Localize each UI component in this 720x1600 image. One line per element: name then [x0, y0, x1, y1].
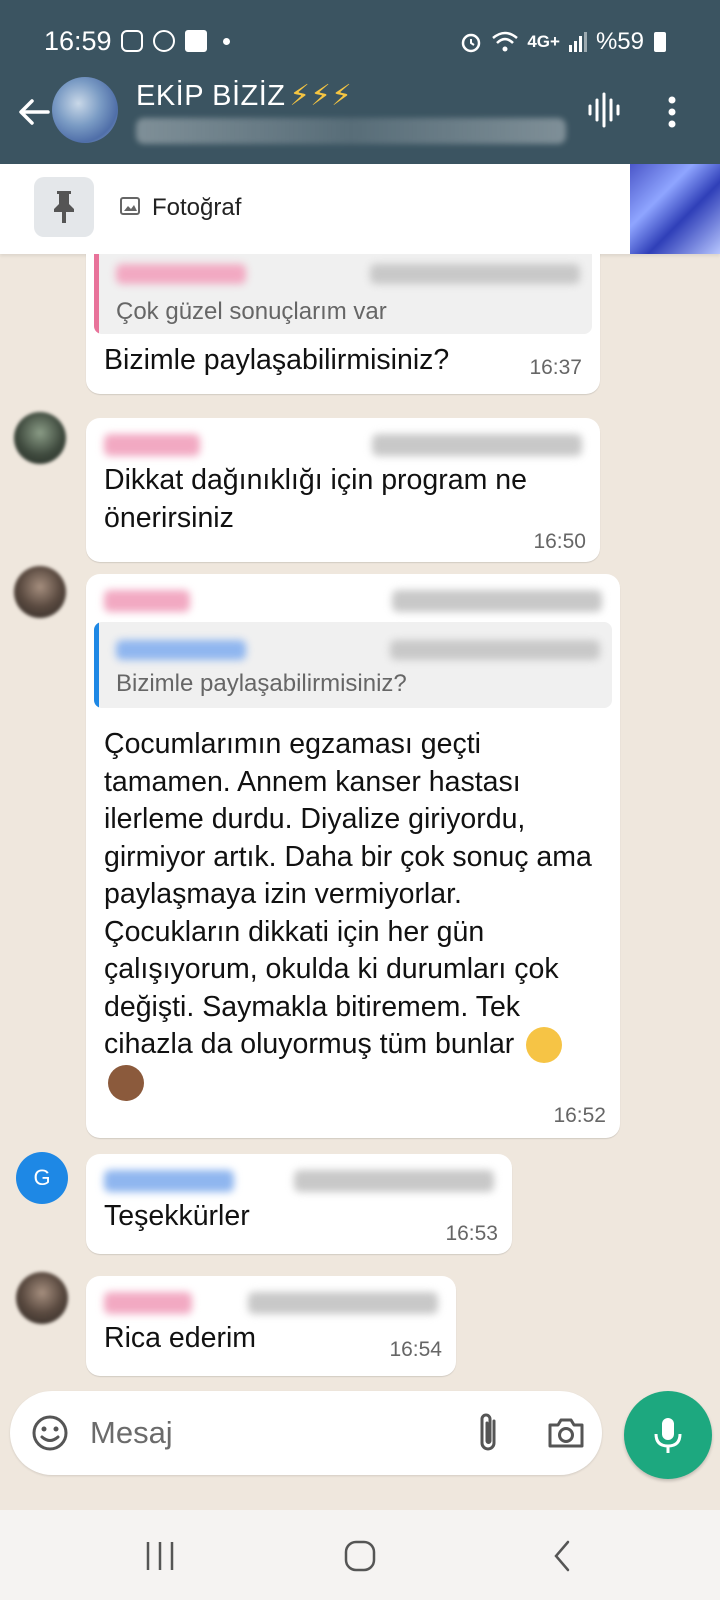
sender-row — [104, 430, 582, 458]
group-avatar[interactable] — [52, 77, 118, 143]
group-members-subtitle — [136, 118, 566, 144]
quoted-phone-blurred — [390, 640, 600, 660]
pinned-label: Fotoğraf — [152, 194, 242, 221]
sender-name-blurred[interactable] — [104, 590, 190, 612]
message-bubble[interactable]: Rica ederim 16:54 — [86, 1276, 456, 1376]
sender-name-blurred[interactable] — [104, 1292, 192, 1314]
sender-phone-blurred — [392, 590, 602, 612]
notification-icons — [121, 30, 230, 52]
quoted-author-blurred — [116, 640, 246, 660]
sender-avatar[interactable] — [14, 566, 66, 618]
sender-avatar[interactable] — [16, 1272, 68, 1324]
home-icon[interactable] — [340, 1538, 380, 1574]
quoted-message[interactable]: Çok güzel sonuçlarım var — [94, 254, 592, 334]
quote-bar — [94, 622, 99, 708]
more-notifications-icon — [223, 37, 230, 45]
message-text: Rica ederim — [104, 1322, 257, 1354]
tears-of-joy-emoji — [526, 1027, 563, 1064]
battery-percent: %59 — [595, 28, 644, 55]
message-bubble[interactable]: Bizimle paylaşabilirmisiniz? Çocumlarımı… — [86, 574, 620, 1138]
quoted-text: Bizimle paylaşabilirmisiniz? — [116, 670, 407, 697]
sender-phone-blurred — [294, 1170, 494, 1192]
camera-icon[interactable] — [546, 1413, 586, 1453]
more-vert-icon[interactable] — [664, 92, 680, 132]
wifi-icon — [492, 31, 519, 52]
emoji-icon[interactable] — [30, 1413, 70, 1453]
message-time: 16:54 — [389, 1338, 442, 1361]
sender-row — [104, 1288, 438, 1316]
battery-icon — [654, 32, 666, 52]
signal-icon — [568, 32, 587, 52]
instagram-icon — [121, 30, 143, 52]
quote-bar — [94, 254, 99, 334]
group-title[interactable]: EKİP BİZİZ ⚡⚡⚡ — [136, 78, 352, 113]
alarm-icon — [462, 33, 481, 53]
message-text: Çocumlarımın egzaması geçti tamamen. Ann… — [104, 726, 594, 1101]
pinned-message-bar[interactable]: Fotoğraf — [0, 164, 720, 254]
sender-row — [104, 586, 602, 614]
mic-button[interactable] — [624, 1391, 712, 1479]
sender-phone-blurred — [372, 434, 582, 456]
status-right: 4G+ %59 — [459, 28, 666, 56]
message-time: 16:37 — [529, 356, 582, 379]
message-composer — [10, 1391, 602, 1475]
check-icon — [185, 30, 207, 52]
message-text: Teşekkürler — [104, 1200, 250, 1232]
back-arrow-icon[interactable] — [14, 92, 54, 132]
sender-avatar[interactable] — [14, 412, 66, 464]
quoted-author-blurred — [116, 264, 246, 284]
status-bar: 16:59 4G+ %59 — [0, 0, 720, 80]
message-bubble[interactable]: Teşekkürler 16:53 — [86, 1154, 512, 1254]
message-input[interactable] — [90, 1411, 460, 1455]
image-icon — [120, 197, 140, 215]
lightning-emoji: ⚡⚡⚡ — [289, 80, 353, 112]
message-text: Dikkat dağınıklığı için program ne öneri… — [104, 464, 527, 534]
mic-icon — [654, 1418, 682, 1453]
system-nav-bar — [0, 1510, 720, 1600]
quoted-text: Çok güzel sonuçlarım var — [116, 298, 387, 325]
back-chevron-icon[interactable] — [544, 1538, 584, 1574]
pin-icon — [54, 191, 74, 223]
sync-icon — [153, 30, 175, 52]
sender-name-blurred[interactable] — [104, 434, 200, 456]
message-bubble[interactable]: Çok güzel sonuçlarım var Bizimle paylaşa… — [86, 254, 600, 394]
message-bubble[interactable]: Dikkat dağınıklığı için program ne öneri… — [86, 418, 600, 562]
chat-header: 16:59 4G+ %59 EKİP BİZİZ ⚡⚡⚡ — [0, 0, 720, 164]
sender-name-blurred[interactable] — [104, 1170, 234, 1192]
network-label: 4G+ — [527, 32, 560, 51]
quoted-message[interactable]: Bizimle paylaşabilirmisiniz? — [94, 622, 612, 708]
message-time: 16:53 — [445, 1222, 498, 1245]
chat-area[interactable]: Çok güzel sonuçlarım var Bizimle paylaşa… — [0, 254, 720, 1411]
message-time: 16:52 — [553, 1104, 606, 1127]
paperclip-icon[interactable] — [474, 1411, 504, 1455]
status-time: 16:59 — [44, 26, 112, 56]
voice-chat-icon[interactable] — [584, 90, 624, 130]
sender-row — [104, 1166, 494, 1194]
pinned-thumbnail[interactable] — [630, 164, 720, 254]
see-no-evil-monkey-emoji — [108, 1064, 144, 1101]
quoted-phone-blurred — [370, 264, 580, 284]
sender-phone-blurred — [248, 1292, 438, 1314]
message-time: 16:50 — [533, 530, 586, 553]
pin-button[interactable] — [34, 177, 94, 237]
recents-icon[interactable] — [140, 1538, 180, 1574]
sender-avatar[interactable]: G — [16, 1152, 68, 1204]
message-text: Bizimle paylaşabilirmisiniz? — [104, 344, 450, 376]
